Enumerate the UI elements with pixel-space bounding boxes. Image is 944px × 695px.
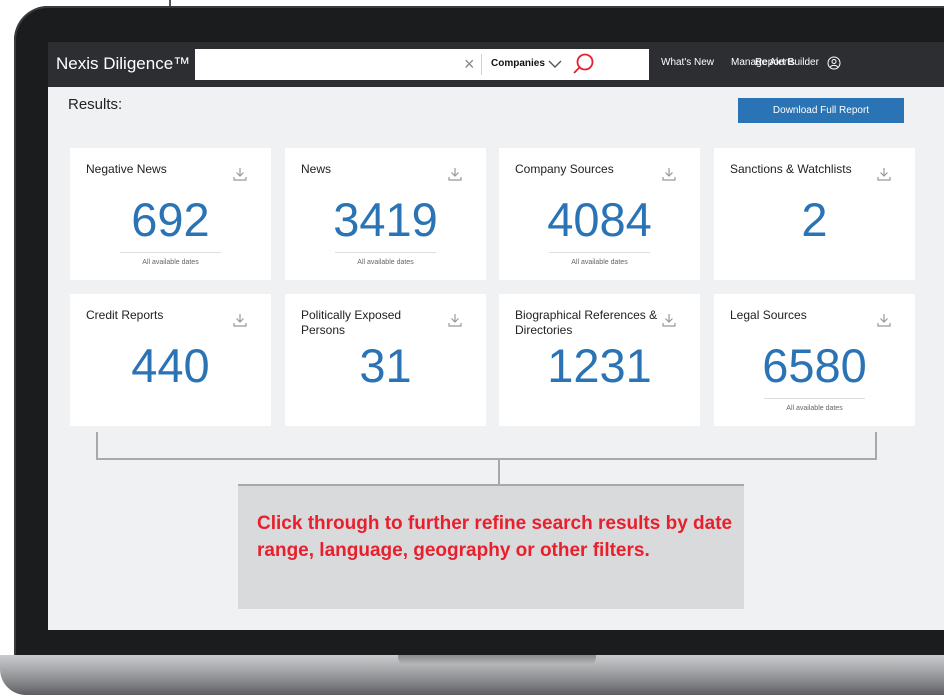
download-icon[interactable]	[661, 312, 677, 328]
callout-bracket	[96, 432, 877, 460]
download-icon[interactable]	[661, 166, 677, 182]
close-icon[interactable]: ×	[464, 54, 478, 74]
card-date-range: All available dates	[142, 259, 199, 266]
app-title: Nexis Diligence™	[56, 54, 191, 73]
chevron-down-icon[interactable]	[547, 56, 563, 72]
laptop-notch	[398, 655, 596, 665]
search-divider	[481, 54, 482, 75]
nav-whats-new[interactable]: What's New	[661, 57, 714, 68]
card-count[interactable]: 2	[714, 194, 915, 246]
result-card-company-sources[interactable]: Company Sources 4084 All available dates	[499, 148, 700, 280]
search-input[interactable]	[201, 54, 455, 76]
result-card-sanctions-watchlists[interactable]: Sanctions & Watchlists 2	[714, 148, 915, 280]
card-divider	[549, 252, 650, 253]
card-count[interactable]: 3419	[285, 194, 486, 246]
card-label: Politically Exposed Persons	[301, 308, 402, 337]
result-card-news[interactable]: News 3419 All available dates	[285, 148, 486, 280]
card-label: Negative News	[86, 162, 167, 176]
card-divider	[335, 252, 436, 253]
download-icon[interactable]	[232, 166, 248, 182]
callout-text: Click through to further refine search r…	[257, 513, 733, 561]
result-card-biographical-references[interactable]: Biographical References & Directories 12…	[499, 294, 700, 426]
download-icon[interactable]	[447, 166, 463, 182]
user-icon[interactable]	[827, 56, 841, 70]
search-filter-select[interactable]: Companies	[491, 58, 545, 69]
top-navbar: Nexis Diligence™ × Companies What's New …	[48, 42, 944, 87]
card-date-range: All available dates	[571, 259, 628, 266]
card-count[interactable]: 31	[285, 340, 486, 392]
card-count[interactable]: 1231	[499, 340, 700, 392]
card-count[interactable]: 692	[70, 194, 271, 246]
result-card-legal-sources[interactable]: Legal Sources 6580 All available dates	[714, 294, 915, 426]
card-count[interactable]: 440	[70, 340, 271, 392]
result-card-credit-reports[interactable]: Credit Reports 440	[70, 294, 271, 426]
result-card-politically-exposed-persons[interactable]: Politically Exposed Persons 31	[285, 294, 486, 426]
nav-report-builder[interactable]: Report Builder	[755, 57, 819, 68]
card-count[interactable]: 6580	[714, 340, 915, 392]
download-icon[interactable]	[447, 312, 463, 328]
card-label: Biographical References & Directories	[515, 308, 658, 337]
card-divider	[120, 252, 221, 253]
card-label: News	[301, 162, 332, 176]
app-screen: Nexis Diligence™ × Companies What's New …	[48, 42, 944, 630]
card-label: Company Sources	[515, 162, 614, 176]
search-icon[interactable]	[572, 52, 596, 76]
card-date-range: All available dates	[786, 405, 843, 412]
card-count[interactable]: 4084	[499, 194, 700, 246]
result-card-negative-news[interactable]: Negative News 692 All available dates	[70, 148, 271, 280]
download-full-report-button[interactable]: Download Full Report	[738, 98, 904, 123]
card-label: Sanctions & Watchlists	[730, 162, 852, 176]
card-divider	[764, 398, 865, 399]
search-bar: × Companies	[195, 49, 649, 80]
download-icon[interactable]	[876, 166, 892, 182]
results-title: Results:	[68, 96, 123, 113]
annotation-callout: Click through to further refine search r…	[238, 484, 744, 609]
callout-connector	[498, 460, 500, 484]
download-icon[interactable]	[876, 312, 892, 328]
card-label: Legal Sources	[730, 308, 807, 322]
card-date-range: All available dates	[357, 259, 414, 266]
download-icon[interactable]	[232, 312, 248, 328]
card-label: Credit Reports	[86, 308, 164, 322]
